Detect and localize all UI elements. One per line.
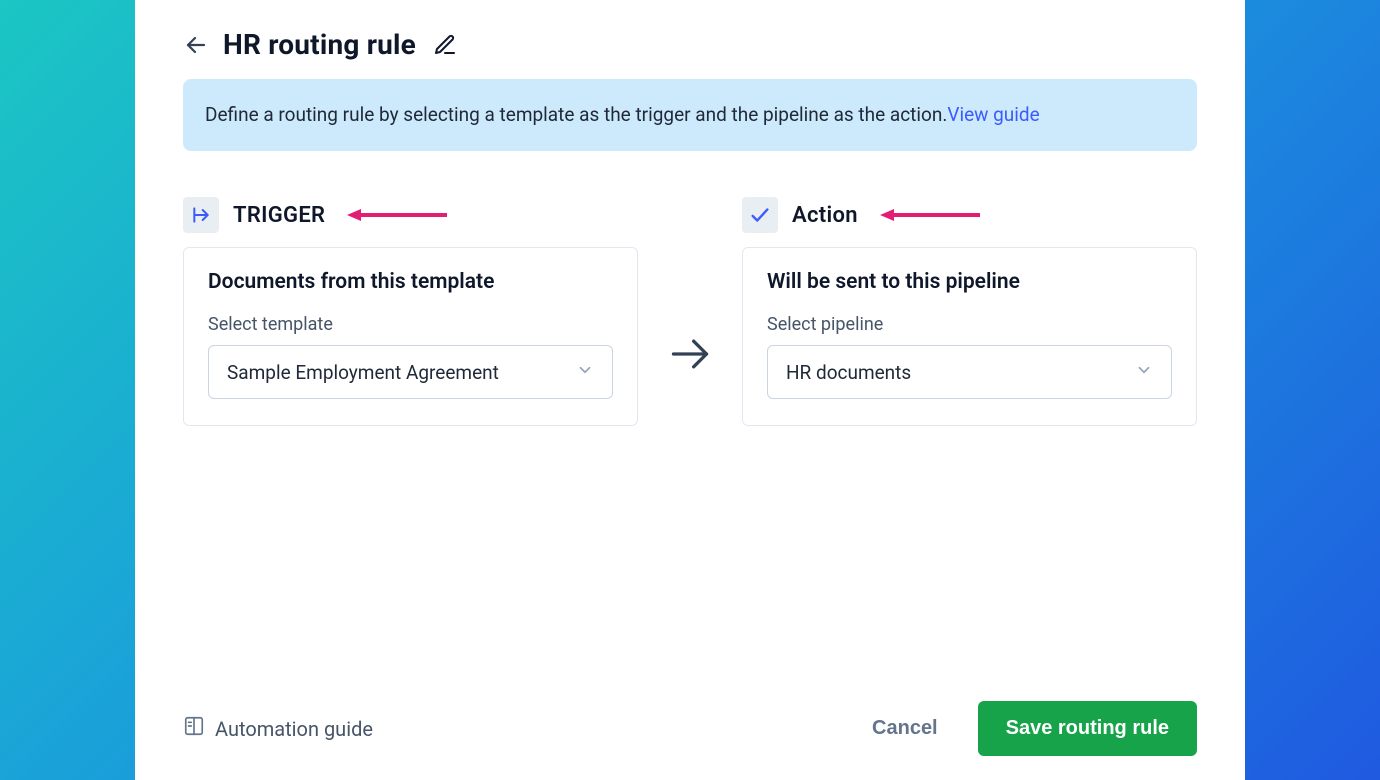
pipeline-field-label: Select pipeline <box>767 314 1172 335</box>
trigger-heading-row: TRIGGER <box>183 197 638 233</box>
pipeline-select-value: HR documents <box>786 361 911 384</box>
trigger-card: Documents from this template Select temp… <box>183 247 638 426</box>
action-icon <box>742 197 778 233</box>
chevron-down-icon <box>576 361 594 384</box>
action-column: Action Will be sent to this pipeline Sel… <box>742 197 1197 426</box>
flow-arrow-wrap <box>638 197 742 376</box>
arrow-left-icon <box>184 33 208 57</box>
automation-guide-link[interactable]: Automation guide <box>183 715 373 742</box>
exit-right-icon <box>191 205 211 225</box>
book-icon <box>183 715 205 742</box>
routing-rule-panel: HR routing rule Define a routing rule by… <box>135 0 1245 780</box>
footer: Automation guide Cancel Save routing rul… <box>183 689 1197 756</box>
chevron-down-icon <box>1135 361 1153 384</box>
annotation-arrow <box>880 207 980 223</box>
cancel-button[interactable]: Cancel <box>866 716 944 741</box>
trigger-icon <box>183 197 219 233</box>
automation-guide-label: Automation guide <box>215 717 373 741</box>
arrow-right-icon <box>668 332 712 376</box>
back-button[interactable] <box>183 32 209 58</box>
edit-title-button[interactable] <box>430 30 460 60</box>
info-banner: Define a routing rule by selecting a tem… <box>183 79 1197 151</box>
footer-actions: Cancel Save routing rule <box>866 701 1197 756</box>
save-button[interactable]: Save routing rule <box>978 701 1197 756</box>
annotation-arrow-icon <box>880 207 980 223</box>
action-card-title: Will be sent to this pipeline <box>767 270 1172 294</box>
check-icon <box>749 204 771 226</box>
annotation-arrow-icon <box>347 207 447 223</box>
template-select[interactable]: Sample Employment Agreement <box>208 345 613 399</box>
trigger-heading: TRIGGER <box>233 203 325 228</box>
template-select-value: Sample Employment Agreement <box>227 361 499 384</box>
pencil-icon <box>433 33 457 57</box>
header: HR routing rule <box>183 28 1197 61</box>
annotation-arrow <box>347 207 447 223</box>
info-text: Define a routing rule by selecting a tem… <box>205 103 947 126</box>
trigger-card-title: Documents from this template <box>208 270 613 294</box>
pipeline-select[interactable]: HR documents <box>767 345 1172 399</box>
action-heading-row: Action <box>742 197 1197 233</box>
action-card: Will be sent to this pipeline Select pip… <box>742 247 1197 426</box>
view-guide-link[interactable]: View guide <box>947 103 1039 126</box>
rule-config: TRIGGER Documents from this template Sel… <box>183 197 1197 426</box>
trigger-column: TRIGGER Documents from this template Sel… <box>183 197 638 426</box>
template-field-label: Select template <box>208 314 613 335</box>
page-title: HR routing rule <box>223 28 416 61</box>
action-heading: Action <box>792 203 858 228</box>
